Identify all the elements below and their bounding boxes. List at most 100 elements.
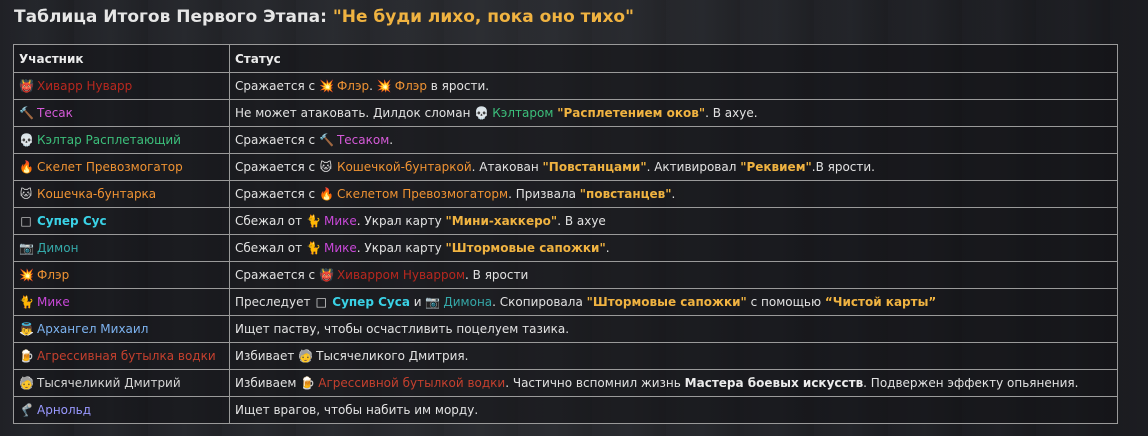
missing-glyph-icon: □	[315, 295, 327, 309]
status-cell: Сражается с 👹 Хиварром Нуварром. В ярости	[229, 261, 1118, 289]
status-text: Ищет паству, чтобы осчастливить поцелуем…	[235, 322, 570, 336]
table-row: 🐱 Кошечка-бунтарка Сражается с 🔥 Скелетом …	[13, 180, 1118, 208]
status-text: Ищет врагов, чтобы набить им морду.	[235, 403, 479, 417]
status-text: . Подвержен эффекту опьянения.	[863, 376, 1079, 390]
status-text: Сражается с	[235, 187, 319, 201]
status-text: Сбежал от	[235, 241, 306, 255]
table-row: 👼 Архангел Михаил Ищет паству, чтобы осча…	[13, 315, 1118, 343]
participant-name: Арнольд	[37, 403, 92, 417]
status-text: . Частично вспомнил жизнь	[505, 376, 685, 390]
status-text: . В ахуе.	[705, 106, 758, 120]
table-row: 📷 Димон Сбежал от 🐈 Мике. Украл карту "Што…	[13, 234, 1118, 262]
table-row: □ Супер Сус Сбежал от 🐈 Мике. Украл карту …	[13, 207, 1118, 235]
beer-icon: 🍺	[19, 349, 34, 363]
skull-icon: 💀	[19, 133, 34, 147]
old-man-icon: 🧓	[19, 376, 34, 390]
demon-icon: 👹	[19, 79, 34, 93]
fire-icon: 🔥	[318, 187, 334, 201]
participant-cell: 👼 Архангел Михаил	[13, 315, 230, 343]
participant-name: Скелет Превозмогатор	[37, 160, 183, 174]
status-text: Сражается с	[235, 268, 319, 282]
status-text: .В ярости.	[811, 160, 875, 174]
hammer-icon: 🔨	[19, 106, 34, 120]
status-text: Кошечкой-бунтаркой	[336, 160, 472, 174]
participant-name: Кэлтар Расплетающий	[37, 133, 181, 147]
status-text: "Штормовые сапожки"	[586, 295, 747, 309]
participant-cell: 👹 Хиварр Нуварр	[13, 72, 230, 100]
status-text: Тысячеликого Дмитрия	[316, 349, 465, 363]
participant-name: Хиварр Нуварр	[37, 79, 133, 93]
status-text: . Призвала	[508, 187, 580, 201]
status-text: Флэр	[394, 79, 427, 93]
participant-name: Архангел Михаил	[37, 322, 149, 336]
explosion-icon: 💥	[376, 79, 392, 93]
status-text: "Реквием"	[740, 160, 812, 174]
status-text: Избивает	[235, 349, 299, 363]
table-row: 🔨 Тесак Не может атаковать. Дилдок сломан…	[13, 99, 1118, 127]
status-text: . Украл карту	[356, 214, 446, 228]
participant-cell: □ Супер Сус	[13, 207, 230, 235]
status-text: Кэлтаром	[492, 106, 554, 120]
mechanical-leg-icon: 🦿	[19, 403, 34, 417]
status-text: “Чистой карты”	[824, 295, 937, 309]
participant-cell: 🍺 Агрессивная бутылка водки	[13, 342, 230, 370]
status-text: Супер Суса	[332, 295, 410, 309]
participant-name: Тесак	[37, 106, 73, 120]
status-text: Тесаком	[336, 133, 390, 147]
participant-name: Тысячеликий Дмитрий	[37, 376, 181, 390]
status-cell: Избивает 🧓 Тысячеликого Дмитрия.	[229, 342, 1118, 370]
demon-icon: 👹	[318, 268, 334, 282]
status-cell: Сражается с 🔥 Скелетом Превозмогаторм. Пр…	[229, 180, 1118, 208]
participant-cell: 🔥 Скелет Превозмогатор	[13, 153, 230, 181]
status-cell: Сражается с 🔨 Тесаком.	[229, 126, 1118, 154]
camera-icon: 📷	[425, 295, 441, 309]
missing-glyph-icon: □	[20, 214, 32, 228]
status-text: .	[369, 79, 377, 93]
status-text: .	[464, 349, 469, 363]
status-text: Сбежал от	[235, 214, 306, 228]
table-row: 🍺 Агрессивная бутылка водки Избивает 🧓 Тыс…	[13, 342, 1118, 370]
table-header-row: Участник Статус	[13, 44, 1118, 73]
participant-name: Флэр	[37, 268, 70, 282]
title-main: Таблица Итогов Первого Этапа:	[14, 7, 333, 27]
participant-cell: 🦿 Арнольд	[13, 396, 230, 424]
status-text: Димона	[443, 295, 493, 309]
status-cell: Сбежал от 🐈 Мике. Украл карту "Мини-хакке…	[229, 207, 1118, 235]
status-text: "Штормовые сапожки"	[445, 241, 606, 255]
table-row: 💥 Флэр Сражается с 👹 Хиварром Нуварром. В …	[13, 261, 1118, 289]
status-cell: Не может атаковать. Дилдок сломан 💀 Кэлта…	[229, 99, 1118, 127]
status-cell: Ищет паству, чтобы осчастливить поцелуем…	[229, 315, 1118, 343]
header-participant: Участник	[13, 44, 230, 73]
status-text: Скелетом Превозмогаторм	[336, 187, 509, 201]
status-text: .	[605, 241, 610, 255]
status-text: "Мини-хаккеро"	[445, 214, 558, 228]
status-text: . Атакован	[471, 160, 543, 174]
beer-icon: 🍺	[300, 376, 316, 390]
angel-icon: 👼	[19, 322, 34, 336]
cat-icon: 🐱	[19, 187, 33, 201]
old-man-icon: 🧓	[298, 349, 314, 363]
running-cat-icon: 🐈	[19, 295, 34, 309]
skull-icon: 💀	[474, 106, 490, 120]
participant-cell: 💀 Кэлтар Расплетающий	[13, 126, 230, 154]
status-cell: Ищет врагов, чтобы набить им морду.	[229, 396, 1118, 424]
status-cell: Избиваем 🍺 Агрессивной бутылкой водки. Ча…	[229, 369, 1118, 397]
table-row: 🔥 Скелет Превозмогатор Сражается с 🐱 Кошеч…	[13, 153, 1118, 181]
participant-cell: 🧓 Тысячеликий Дмитрий	[13, 369, 230, 397]
participant-cell: 📷 Димон	[13, 234, 230, 262]
participant-cell: 🐈 Мике	[13, 288, 230, 316]
participant-cell: 🔨 Тесак	[13, 99, 230, 127]
title-quote: "Не буди лихо, пока оно тихо"	[332, 7, 634, 27]
participant-name: Кошечка-бунтарка	[37, 187, 157, 201]
status-text: . В ярости	[465, 268, 529, 282]
status-text: . В ахуе	[557, 214, 606, 228]
participant-cell: 🐱 Кошечка-бунтарка	[13, 180, 230, 208]
status-cell: Сражается с 🐱 Кошечкой-бунтаркой. Атакова…	[229, 153, 1118, 181]
table-row: 🧓 Тысячеликий Дмитрий Избиваем 🍺 Агрессивн…	[13, 369, 1118, 397]
table-row: 💀 Кэлтар Расплетающий Сражается с 🔨 Тесако…	[13, 126, 1118, 154]
status-text: с помощью	[746, 295, 825, 309]
status-text: Флэр	[336, 79, 370, 93]
status-text: Хиварром Нуварром	[336, 268, 466, 282]
status-text: Избиваем	[235, 376, 301, 390]
status-cell: Сражается с 💥 Флэр. 💥 Флэр в ярости.	[229, 72, 1118, 100]
